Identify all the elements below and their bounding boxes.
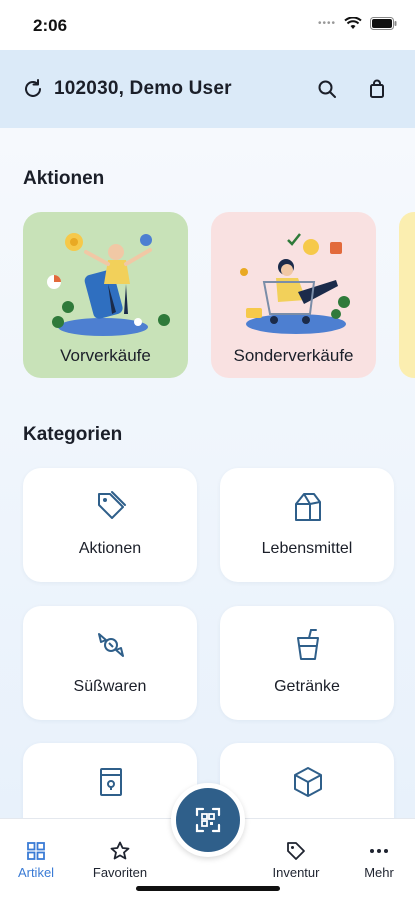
battery-icon: [370, 17, 397, 30]
promo-label: Vorverkäufe: [60, 346, 151, 365]
drink-icon: [297, 629, 319, 660]
category-label: Süßwaren: [73, 678, 147, 695]
box-icon: [294, 767, 322, 797]
section-title-aktionen: Aktionen: [23, 168, 105, 189]
refresh-icon[interactable]: [22, 78, 44, 100]
category-label: Getränke: [274, 678, 340, 695]
status-time: 2:06: [33, 16, 68, 35]
nav-label: Artikel: [17, 865, 55, 880]
wifi-icon: [344, 17, 362, 29]
search-icon[interactable]: [316, 78, 338, 100]
candy-icon: [98, 633, 124, 657]
status-bar: 2:06 ••••: [0, 0, 415, 50]
nav-item-mehr[interactable]: Mehr: [348, 819, 410, 889]
promo-label: Sonderverkäufe: [233, 346, 354, 365]
category-label: Lebensmittel: [261, 540, 353, 557]
shopping-bag-icon[interactable]: [366, 78, 388, 100]
nav-item-artikel[interactable]: Artikel: [0, 819, 72, 889]
scan-icon: [195, 807, 221, 833]
promo-card-sonderverkaeufe[interactable]: Sonderverkäufe: [211, 212, 376, 378]
presale-illustration: [47, 233, 170, 336]
tag-icon: [98, 491, 126, 519]
category-label: Aktionen: [78, 540, 142, 557]
promo-card-vorverkaeufe[interactable]: Vorverkäufe: [23, 212, 188, 378]
main-content: Aktionen Vorverkäufe Sonderverkäufe Kate…: [0, 128, 415, 818]
category-card-suesswaren[interactable]: Süßwaren: [23, 606, 197, 720]
notes-icon: [100, 768, 122, 796]
app-header: 102030, Demo User: [0, 50, 415, 128]
milk-carton-icon: [295, 493, 321, 521]
category-card-getraenke[interactable]: Getränke: [220, 606, 394, 720]
tag-icon: [287, 842, 305, 860]
status-icons: ••••: [318, 17, 397, 30]
nav-item-inventur[interactable]: Inventur: [258, 819, 334, 889]
section-title-kategorien: Kategorien: [23, 424, 123, 445]
scan-button[interactable]: [171, 783, 245, 857]
nav-label: Inventur: [272, 865, 320, 880]
nav-label: Mehr: [364, 865, 394, 880]
special-sale-illustration: [240, 233, 350, 334]
category-card-6[interactable]: [220, 743, 394, 818]
home-indicator: [136, 886, 280, 891]
more-icon: [370, 849, 388, 853]
signal-icon: ••••: [317, 18, 336, 29]
grid-icon: [27, 842, 45, 860]
category-card-aktionen[interactable]: Aktionen: [23, 468, 197, 582]
nav-label: Favoriten: [92, 865, 148, 880]
category-card-5[interactable]: [23, 743, 197, 818]
user-label[interactable]: 102030, Demo User: [54, 78, 232, 100]
star-icon: [110, 841, 130, 860]
promo-card-partial[interactable]: [399, 212, 415, 378]
category-card-lebensmittel[interactable]: Lebensmittel: [220, 468, 394, 582]
nav-item-favoriten[interactable]: Favoriten: [80, 819, 160, 889]
